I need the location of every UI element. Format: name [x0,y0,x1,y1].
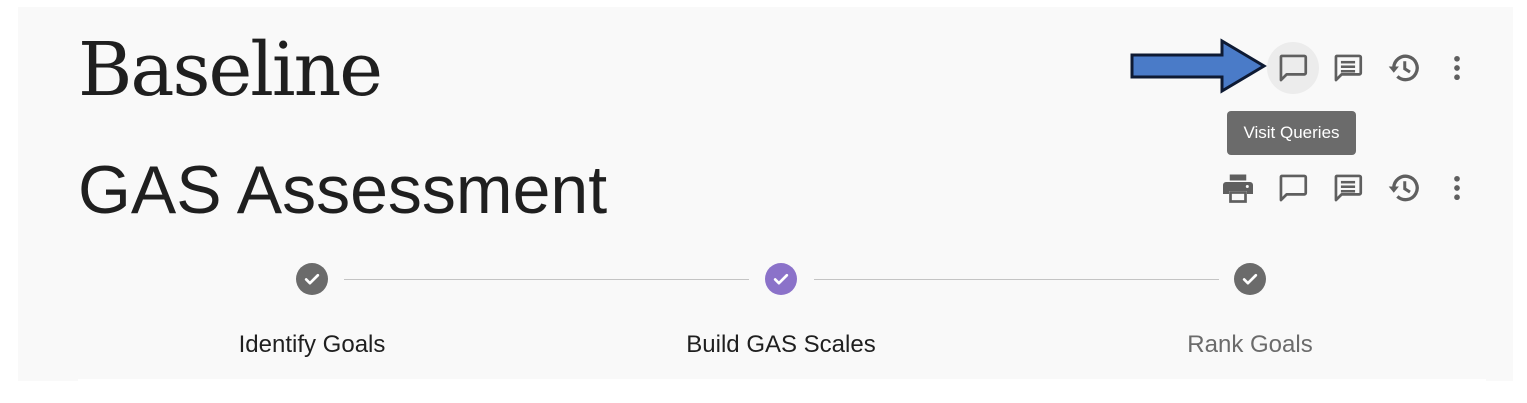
step-label-identify-goals[interactable]: Identify Goals [239,330,386,360]
check-icon [773,273,789,285]
page-title: GAS Assessment [78,152,608,228]
history-icon [1388,174,1419,202]
visit-queries-tooltip: Visit Queries [1227,111,1356,155]
step-label-build-gas-scales[interactable]: Build GAS Scales [686,330,875,360]
more-vert-icon [1454,55,1460,81]
check-icon [304,273,320,285]
visit-title: Baseline [78,27,383,113]
print-icon [1223,174,1253,203]
visit-more-button[interactable] [1431,42,1483,94]
step-connector [814,279,1219,280]
visit-notes-button[interactable] [1322,42,1374,94]
assessment-notes-button[interactable] [1322,162,1374,214]
step-build-gas-scales-check[interactable] [765,263,797,295]
history-icon [1388,54,1419,82]
panel-divider [78,379,1486,383]
assessment-history-button[interactable] [1378,162,1430,214]
assessment-more-button[interactable] [1431,162,1483,214]
chat-bubble-icon [1279,54,1308,82]
check-icon [1242,273,1258,285]
notes-icon [1334,174,1363,202]
visit-queries-button[interactable] [1267,42,1319,94]
visit-history-button[interactable] [1378,42,1430,94]
step-rank-goals-check[interactable] [1234,263,1266,295]
notes-icon [1334,54,1363,82]
step-label-rank-goals[interactable]: Rank Goals [1187,330,1312,360]
step-identify-goals-check[interactable] [296,263,328,295]
step-connector [344,279,749,280]
annotation-arrow [1130,38,1267,94]
chat-bubble-icon [1279,174,1308,202]
print-button[interactable] [1212,162,1264,214]
assessment-queries-button[interactable] [1267,162,1319,214]
more-vert-icon [1454,175,1460,201]
